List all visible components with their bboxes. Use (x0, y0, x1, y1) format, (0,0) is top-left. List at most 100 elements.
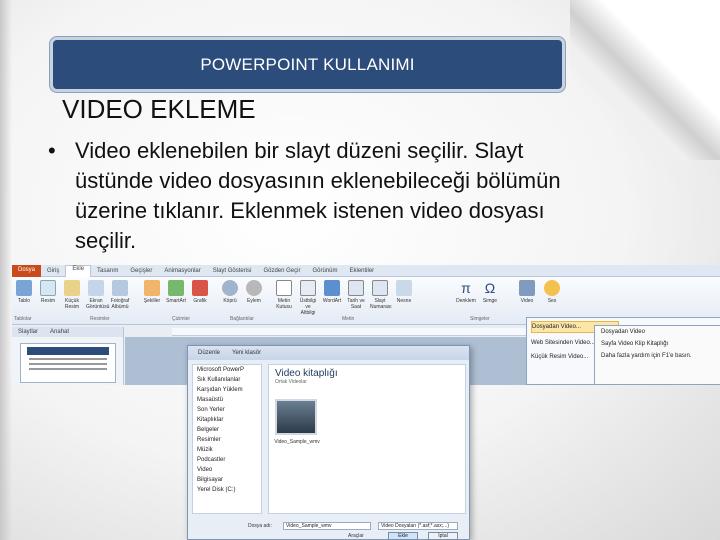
ribbon-button[interactable]: Grafik (190, 280, 210, 304)
menu-item[interactable]: Tasarım (91, 268, 124, 274)
ribbon-button[interactable]: Küçük Resim (62, 280, 82, 310)
thumbnail-line (29, 363, 107, 365)
bullet-line: Video eklenebilen bir slayt düzeni seçil… (75, 138, 524, 163)
cancel-button[interactable]: İptal (428, 532, 458, 540)
shapes-icon (144, 280, 160, 296)
menu-item-video-from-web[interactable]: Web Sitesinden Video... (531, 337, 595, 349)
tree-item[interactable]: Kitaplıklar (193, 415, 261, 425)
slide-body: • Video eklenebilen bir slayt düzeni seç… (48, 136, 688, 256)
tree-item[interactable]: Belgeler (193, 425, 261, 435)
ribbon-group-label: Resimler (90, 316, 110, 322)
menu-item[interactable]: Eklentiler (343, 268, 380, 274)
tree-item[interactable]: Sık Kullanılanlar (193, 375, 261, 385)
video-file-thumbnail[interactable] (275, 399, 317, 435)
menu-item-active[interactable]: Ekle (65, 265, 92, 277)
thumbnail-line (29, 358, 107, 360)
tree-item[interactable]: Podcastler (193, 455, 261, 465)
ribbon-button[interactable]: Tarih ve Saat (346, 280, 366, 310)
menu-item[interactable]: Geçişler (124, 268, 158, 274)
symbol-icon: Ω (484, 280, 496, 296)
menu-bar: Dosya Giriş Ekle Tasarım Geçişler Animas… (12, 265, 720, 277)
thumbnail-title-bar (27, 347, 109, 355)
tooltip-text: Sayfa Video Klip Kitaplığı (601, 341, 669, 347)
menu-item[interactable]: Giriş (41, 268, 65, 274)
tooltip-help: Daha fazla yardım için F1'e basın. (601, 353, 692, 359)
ribbon-button[interactable]: Şekiller (142, 280, 162, 304)
file-type-select[interactable]: Video Dosyaları (*.asf;*.asx;...) (378, 522, 458, 530)
ribbon-button[interactable]: Ekran Görüntüsü (86, 280, 109, 310)
new-folder-button[interactable]: Yeni klasör (232, 350, 261, 356)
menu-item[interactable]: Slayt Gösterisi (207, 268, 258, 274)
chart-icon (192, 280, 208, 296)
tree-item[interactable]: Yerel Disk (C:) (193, 485, 261, 495)
ribbon-button[interactable]: Video (517, 280, 537, 304)
ribbon-button[interactable]: WordArt (322, 280, 342, 304)
slide-title: POWERPOINT KULLANIMI (200, 54, 415, 74)
slide-title-banner: POWERPOINT KULLANIMI (50, 37, 565, 92)
slides-panel: Slaytlar Anahat (12, 327, 124, 385)
tree-item[interactable]: Müzik (193, 445, 261, 455)
tree-item[interactable]: Video (193, 465, 261, 475)
ribbon-button[interactable]: Slayt Numarası (370, 280, 392, 310)
bullet-text: Video eklenebilen bir slayt düzeni seçil… (75, 136, 561, 256)
screenshot-icon (88, 280, 104, 296)
tab-outline[interactable]: Anahat (44, 329, 75, 335)
panel-tabs: Slaytlar Anahat (12, 327, 123, 337)
menu-file[interactable]: Dosya (12, 265, 42, 277)
ribbon-button[interactable]: Ω Simge (480, 280, 500, 304)
tree-item[interactable]: Karşıdan Yüklem (193, 385, 261, 395)
tab-slides[interactable]: Slaytlar (12, 329, 44, 335)
insert-video-dialog: Düzenle Yeni klasör Microsoft PowerP Sık… (187, 345, 470, 540)
dialog-toolbar: Düzenle Yeni klasör (188, 346, 469, 360)
menu-item[interactable]: Gözden Geçir (257, 268, 306, 274)
tree-item[interactable]: Masaüstü (193, 395, 261, 405)
ribbon-button[interactable]: Metin Kutusu (274, 280, 294, 310)
menu-item-clipart-video[interactable]: Küçük Resim Video... (531, 351, 588, 363)
ribbon-button[interactable]: Resim (38, 280, 58, 304)
tree-item[interactable]: Resimler (193, 435, 261, 445)
ribbon-group-label: Metin (342, 316, 355, 322)
smartart-icon (168, 280, 184, 296)
insert-button[interactable]: Ekle (388, 532, 418, 540)
ribbon-button[interactable]: Ses (542, 280, 562, 304)
file-list: Video kitaplığı Ortak Videolar Video_Sam… (268, 364, 466, 514)
tooltip-title: Dosyadan Video (601, 329, 645, 335)
ribbon-button[interactable]: π Denklem (456, 280, 476, 304)
slide-thumbnail[interactable] (20, 343, 116, 383)
ribbon-button[interactable]: Üstbilgi ve Altbilgi (298, 280, 318, 316)
video-file-label: Video_Sample_wmv (274, 439, 320, 445)
tools-dropdown[interactable]: Araçlar (348, 533, 364, 539)
thumbnail-line (29, 368, 107, 370)
video-tooltip: Dosyadan Video Sayfa Video Klip Kitaplığ… (594, 325, 720, 385)
picture-icon (40, 280, 56, 296)
tree-item[interactable]: Bilgisayar (193, 475, 261, 485)
tree-item[interactable]: Microsoft PowerP (193, 365, 261, 375)
ribbon-button[interactable]: Eylem (244, 280, 264, 304)
ribbon-group-label: Simgeler (470, 316, 490, 322)
bullet-marker: • (48, 138, 56, 163)
organize-button[interactable]: Düzenle (198, 350, 220, 356)
powerpoint-screenshot: Dosya Giriş Ekle Tasarım Geçişler Animas… (12, 265, 720, 540)
album-icon (112, 280, 128, 296)
folder-tree: Microsoft PowerP Sık Kullanılanlar Karşı… (192, 364, 262, 514)
ribbon-group-label: Çizimler (172, 316, 191, 322)
dialog-footer: Dosya adı: Video_Sample_wmv Video Dosyal… (188, 518, 471, 540)
ribbon-group-label: Bağlantılar (230, 316, 254, 322)
menu-item[interactable]: Animasyonlar (158, 268, 206, 274)
bullet-line: seçilir. (75, 228, 137, 253)
bullet-line: üstünde video dosyasının eklenebileceği … (75, 168, 561, 193)
tree-item[interactable]: Son Yerler (193, 405, 261, 415)
ribbon-button[interactable]: Fotoğraf Albümü (110, 280, 130, 310)
ribbon-button[interactable]: Köprü (220, 280, 240, 304)
object-icon (396, 280, 412, 296)
menu-item[interactable]: Görünüm (306, 268, 343, 274)
ribbon-button[interactable]: Tablo (14, 280, 34, 304)
left-shade (0, 0, 12, 540)
audio-icon (544, 280, 560, 296)
equation-icon: π (461, 280, 471, 296)
ribbon-button[interactable]: SmartArt (166, 280, 186, 304)
hyperlink-icon (222, 280, 238, 296)
table-icon (16, 280, 32, 296)
ribbon-button[interactable]: Nesne (394, 280, 414, 304)
filename-input[interactable]: Video_Sample_wmv (283, 522, 371, 530)
